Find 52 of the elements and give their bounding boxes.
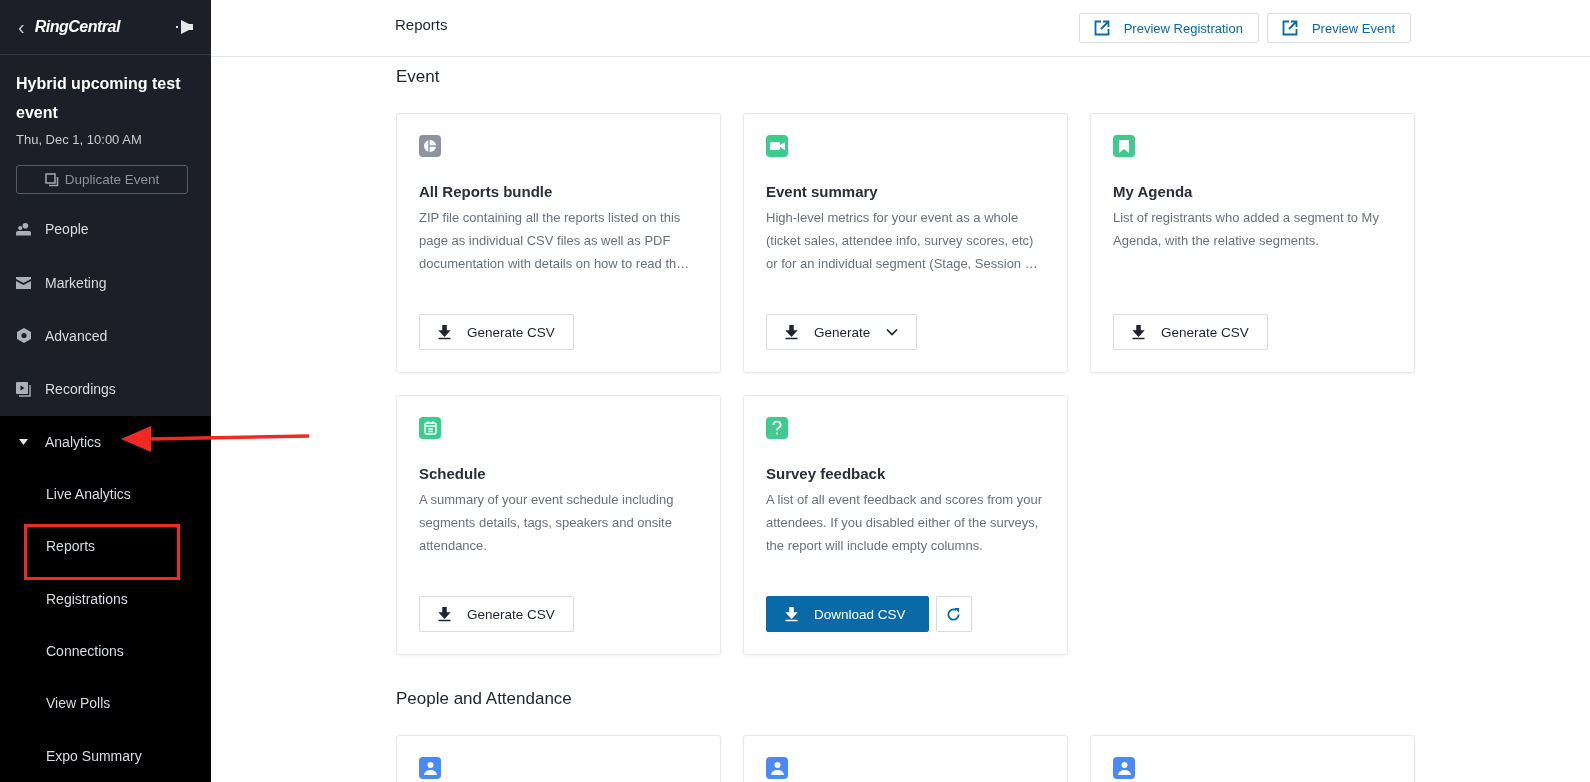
card-title: Survey feedback [766,465,887,482]
download-icon [785,606,798,622]
duplicate-event-button[interactable]: Duplicate Event [16,165,188,195]
generate-button[interactable]: Generate CSV [419,314,574,350]
nav-subitem[interactable]: Expo Summary [0,729,211,782]
page-title: Reports [395,15,449,33]
generate-button[interactable]: Generate CSV [1113,314,1268,350]
download-icon [785,324,798,340]
download-icon [438,606,451,622]
card-description: List of registrants who added a segment to My Agenda, with the relative segments. [1113,209,1380,250]
external-link-icon [1093,20,1110,36]
generate-button[interactable]: Generate [766,314,918,350]
download-icon [1132,324,1145,340]
card-title: All Reports bundle [419,183,554,200]
download-icon [438,324,451,340]
card-title: My Agenda [1113,183,1194,200]
card-description: A list of all event feedback and scores from your attendees. If you disabled either of the surveys, the report will include empty columns. [766,491,1044,555]
card-description: ZIP file containing all the reports listed on this page as individual CSV files as well as PDF documentation with details on how to read th… [419,209,691,273]
event-title: Hybrid upcoming test event [16,74,182,124]
card-description: High-level metrics for your event as a whole (ticket sales, attendee info, survey scores, etc) or for an individual segment (Stage, Session … [766,209,1039,273]
megaphone-icon[interactable] [175,19,195,36]
generate-button[interactable]: Download CSV [766,596,929,632]
people-icon [16,222,31,237]
event-date: Thu, Dec 1, 10:00 AM [16,132,143,148]
nav-item[interactable]: Advanced [0,309,211,363]
nav-subitem[interactable]: View Polls [0,677,211,730]
nav-subitem[interactable]: Registrations [0,572,211,625]
section-title: Event [396,67,441,87]
video-icon [16,381,31,397]
caret-icon [19,438,28,445]
copy-icon [44,172,59,187]
preview-button[interactable]: Preview Event [1266,13,1411,43]
refresh-icon [946,606,962,622]
preview-button[interactable]: Preview Registration [1078,13,1259,43]
nav-item[interactable]: Recordings [0,362,211,417]
generate-button[interactable]: Generate CSV [419,596,574,632]
external-link-icon [1281,20,1298,36]
nav-item[interactable]: Marketing [0,255,211,310]
mail-icon [16,276,31,289]
nav-subitem[interactable]: Live Analytics [0,467,211,520]
brand-logo: RingCentral [34,18,122,37]
card-title: Schedule [419,465,487,482]
refresh-button[interactable] [935,596,972,632]
back-button[interactable]: ‹ [18,15,25,39]
card-description: A summary of your event schedule including segments details, tags, speakers and onsite attendance. [419,491,675,555]
nav-subitem[interactable]: Connections [0,624,211,678]
nav-subitem[interactable]: Reports [0,519,211,573]
chevron-down-icon [886,328,899,336]
nav-item[interactable]: People [0,202,211,256]
card-title: Event summary [766,183,879,200]
hexagon-icon [16,328,31,344]
section-title: People and Attendance [396,689,573,709]
